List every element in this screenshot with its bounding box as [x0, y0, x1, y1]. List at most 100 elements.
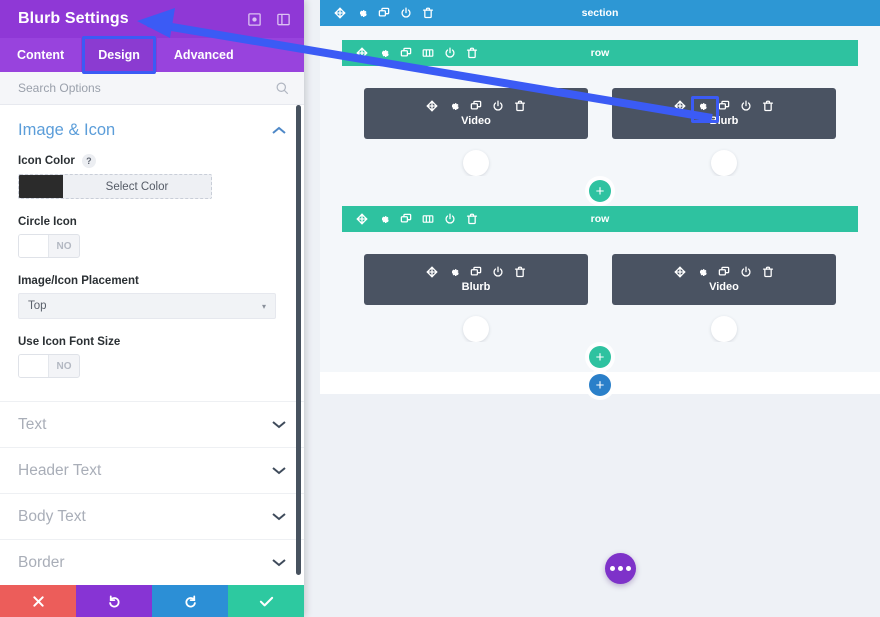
column-3: Blurb [364, 254, 588, 342]
add-row-button[interactable]: + [589, 180, 611, 202]
section-image-and-icon-header[interactable]: Image & Icon [18, 121, 286, 140]
trash-icon[interactable] [762, 100, 774, 112]
power-icon[interactable] [444, 213, 456, 225]
module-blurb-1[interactable]: Blurb [612, 88, 836, 139]
add-row-button[interactable]: + [589, 346, 611, 368]
tab-design[interactable]: Design [81, 36, 157, 74]
add-module-button[interactable] [711, 316, 737, 342]
tab-advanced-label: Advanced [173, 48, 234, 62]
section-border[interactable]: Border [0, 539, 304, 585]
settings-scrollbar[interactable] [296, 105, 301, 575]
settings-scroll-region[interactable]: Image & Icon Icon Color ? Select Color C… [0, 105, 304, 585]
module-video-1[interactable]: Video [364, 88, 588, 139]
visual-builder-canvas[interactable]: section row Video Blurb + row Blurb Vide… [304, 0, 880, 617]
gear-icon[interactable] [378, 213, 390, 225]
section-image-and-icon: Image & Icon Icon Color ? Select Color C… [0, 105, 304, 401]
duplicate-icon[interactable] [718, 100, 730, 112]
trash-icon[interactable] [422, 7, 434, 19]
add-module-button[interactable] [463, 316, 489, 342]
placement-select[interactable]: Top ▾ [18, 293, 276, 319]
power-icon[interactable] [740, 100, 752, 112]
toggle-knob [19, 235, 49, 257]
chevron-up-icon[interactable] [272, 126, 286, 135]
row-content-2: Blurb Video [342, 232, 858, 342]
chevron-down-icon[interactable] [272, 558, 286, 567]
column-4: Video [612, 254, 836, 342]
cancel-button[interactable] [0, 585, 76, 617]
gear-icon[interactable] [448, 100, 460, 112]
columns-icon[interactable] [422, 47, 434, 59]
move-icon[interactable] [334, 7, 346, 19]
chevron-down-icon[interactable] [272, 512, 286, 521]
builder-menu-fab[interactable] [605, 553, 636, 584]
gear-icon[interactable] [691, 96, 719, 123]
add-module-button[interactable] [463, 150, 489, 176]
power-icon[interactable] [444, 47, 456, 59]
search-input[interactable] [18, 81, 275, 95]
move-icon[interactable] [356, 213, 368, 225]
section-text[interactable]: Text [0, 401, 304, 447]
redo-button[interactable] [152, 585, 228, 617]
module-blurb-2[interactable]: Blurb [364, 254, 588, 305]
gear-icon[interactable] [696, 266, 708, 278]
tab-advanced[interactable]: Advanced [157, 38, 251, 72]
select-color-button[interactable]: Select Color [63, 175, 211, 198]
circle-icon-toggle[interactable]: NO [18, 234, 80, 258]
move-icon[interactable] [426, 100, 438, 112]
module-name: Blurb [461, 281, 491, 293]
add-section-button[interactable]: + [589, 374, 611, 396]
undo-button[interactable] [76, 585, 152, 617]
section-toolbar-icons [320, 7, 434, 19]
duplicate-icon[interactable] [470, 266, 482, 278]
power-icon[interactable] [492, 266, 504, 278]
field-use-icon-font-size: Use Icon Font Size NO [18, 336, 286, 378]
color-swatch[interactable] [19, 175, 63, 198]
chevron-down-icon[interactable] [272, 420, 286, 429]
columns-icon[interactable] [422, 213, 434, 225]
search-options-bar [0, 72, 304, 105]
power-icon[interactable] [492, 100, 504, 112]
column-2: Blurb [612, 88, 836, 176]
save-button[interactable] [228, 585, 304, 617]
row-toolbar-2: row [342, 206, 858, 232]
expand-view-icon[interactable] [246, 11, 263, 28]
add-section-zone: + [320, 372, 880, 396]
row-toolbar-1: row [342, 40, 858, 66]
move-icon[interactable] [674, 266, 686, 278]
power-icon[interactable] [400, 7, 412, 19]
section-header-text[interactable]: Header Text [0, 447, 304, 493]
duplicate-icon[interactable] [378, 7, 390, 19]
duplicate-icon[interactable] [718, 266, 730, 278]
move-icon[interactable] [674, 100, 686, 112]
trash-icon[interactable] [466, 213, 478, 225]
trash-icon[interactable] [762, 266, 774, 278]
search-icon [275, 81, 290, 96]
trash-icon[interactable] [466, 47, 478, 59]
duplicate-icon[interactable] [400, 213, 412, 225]
tab-content[interactable]: Content [0, 38, 81, 72]
chevron-down-icon[interactable] [272, 466, 286, 475]
chevron-down-icon[interactable]: ▾ [262, 302, 266, 311]
duplicate-icon[interactable] [470, 100, 482, 112]
field-circle-icon-label: Circle Icon [18, 216, 286, 228]
move-icon[interactable] [356, 47, 368, 59]
move-icon[interactable] [426, 266, 438, 278]
color-picker-control[interactable]: Select Color [18, 174, 212, 199]
gear-icon[interactable] [356, 7, 368, 19]
add-module-button[interactable] [711, 150, 737, 176]
tab-design-label: Design [98, 48, 140, 62]
module-video-2[interactable]: Video [612, 254, 836, 305]
gear-icon[interactable] [378, 47, 390, 59]
trash-icon[interactable] [514, 100, 526, 112]
use-icon-font-size-toggle[interactable]: NO [18, 354, 80, 378]
power-icon[interactable] [740, 266, 752, 278]
add-row-zone-2: + [342, 342, 858, 372]
trash-icon[interactable] [514, 266, 526, 278]
gear-icon[interactable] [448, 266, 460, 278]
tab-content-label: Content [17, 48, 65, 62]
duplicate-icon[interactable] [400, 47, 412, 59]
help-icon[interactable]: ? [81, 154, 96, 168]
module-list-2: Blurb Video [364, 254, 836, 342]
layout-toggle-icon[interactable] [275, 11, 292, 28]
section-body-text[interactable]: Body Text [0, 493, 304, 539]
